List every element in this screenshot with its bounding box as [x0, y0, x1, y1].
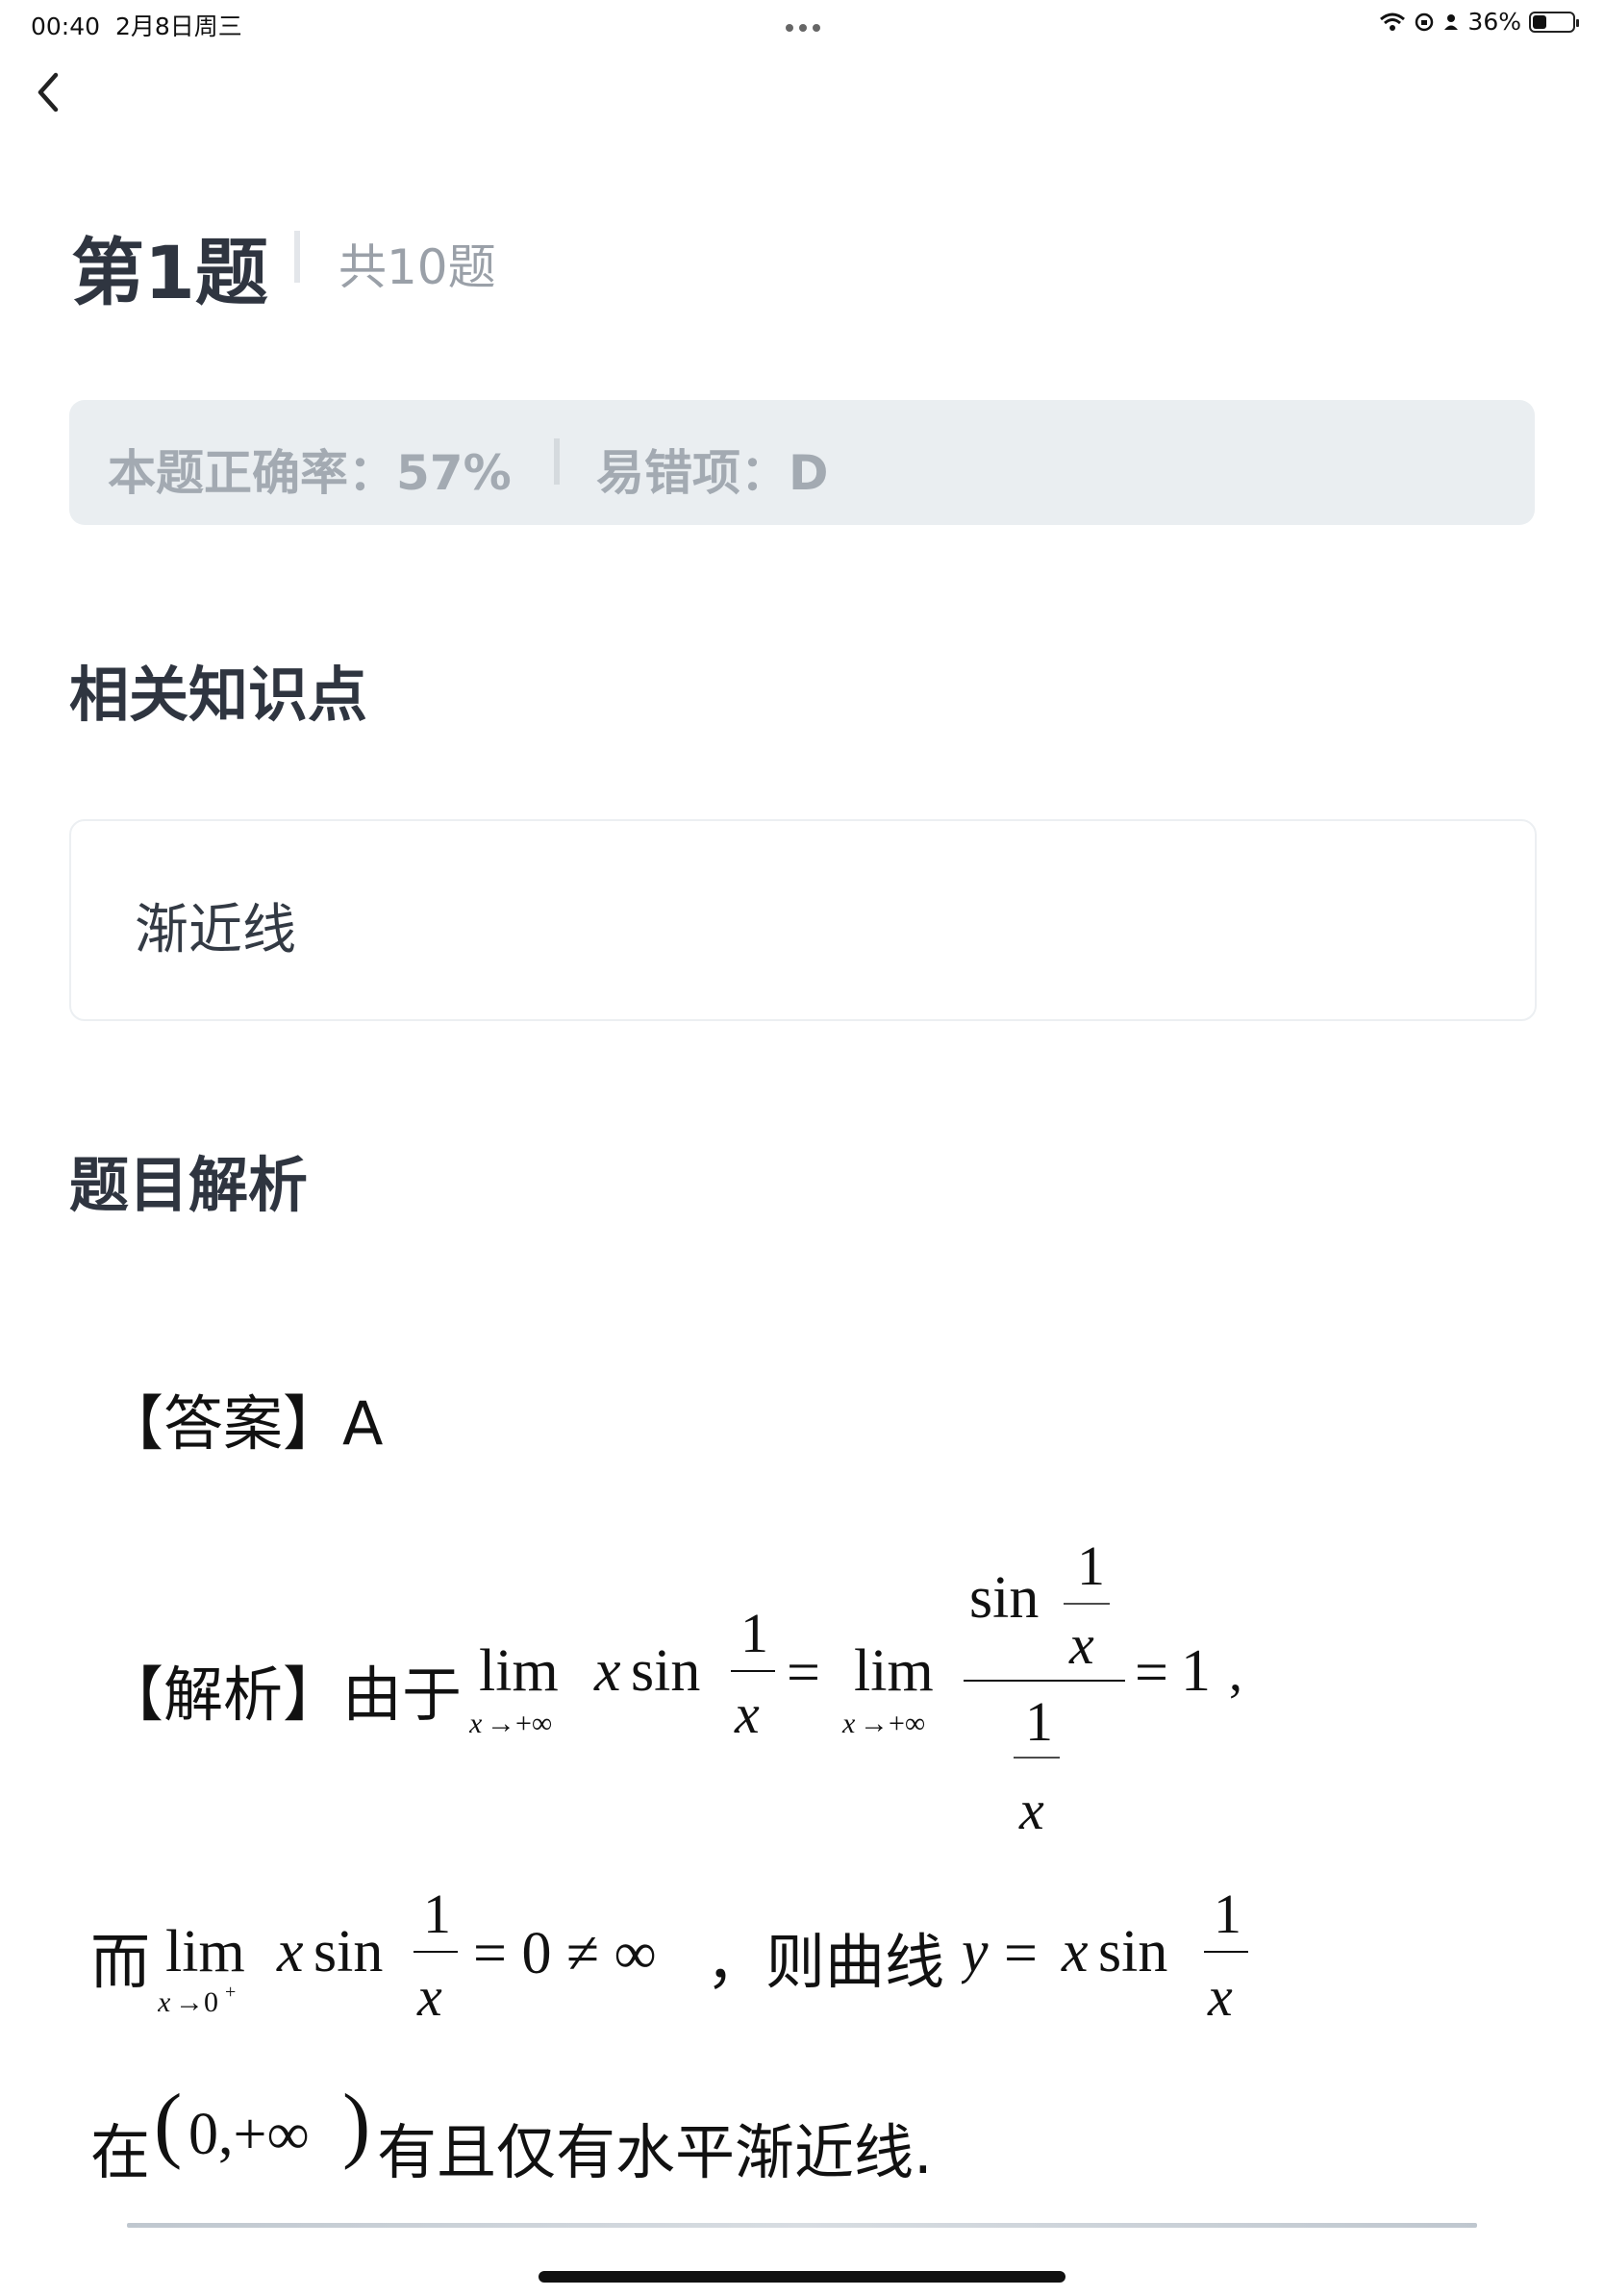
- svg-text:→+∞: →+∞: [860, 1708, 925, 1739]
- status-bar: 00:40 2月8日周三 36%: [0, 0, 1604, 46]
- svg-text:sin: sin: [631, 1638, 700, 1704]
- knowledge-item: 渐近线: [135, 899, 296, 961]
- svg-text:sin: sin: [1098, 1919, 1167, 1984]
- multitask-dots-icon[interactable]: [783, 10, 823, 37]
- formula-curve-equation: y = x sin 1 x: [962, 1883, 1248, 2028]
- svg-text:x: x: [1207, 1965, 1233, 2028]
- formula-interval: ( 0,+∞ ): [154, 2078, 370, 2171]
- svg-text:x: x: [1018, 1779, 1044, 1841]
- svg-text:x: x: [1068, 1613, 1094, 1676]
- battery-icon: [1529, 11, 1579, 33]
- svg-text:→+∞: →+∞: [487, 1708, 552, 1739]
- svg-text:x: x: [276, 1919, 304, 1984]
- knowledge-card[interactable]: 渐近线: [69, 819, 1537, 1021]
- orientation-lock-icon: [1416, 12, 1434, 31]
- svg-text:x: x: [841, 1708, 856, 1739]
- line3-suffix: 有且仅有水平渐近线.: [377, 2117, 933, 2187]
- svg-text:x: x: [1061, 1919, 1089, 1984]
- svg-text:x: x: [416, 1965, 442, 2028]
- line2-prefix: 而: [90, 1927, 151, 1997]
- svg-text:x: x: [158, 1986, 171, 2018]
- svg-text:0,+∞: 0,+∞: [188, 2102, 310, 2167]
- line3-prefix: 在: [90, 2117, 151, 2187]
- analysis-title: 题目解析: [69, 1150, 309, 1220]
- svg-text:lim: lim: [479, 1638, 559, 1704]
- accuracy-rate: 本题正确率：57%: [108, 445, 512, 501]
- svg-text:1: 1: [740, 1602, 768, 1664]
- wifi-icon: [1380, 12, 1406, 31]
- formula-limit-equation: lim x →+∞ x sin 1 x = lim x →+∞ sin 1 x …: [469, 1535, 1242, 1841]
- status-date: 2月8日周三: [114, 12, 242, 40]
- svg-text:x: x: [469, 1708, 483, 1739]
- svg-text:→0: →0: [175, 1986, 218, 2018]
- svg-text:= 0 ≠ ∞: = 0 ≠ ∞: [473, 1921, 657, 1986]
- knowledge-title: 相关知识点: [69, 660, 368, 730]
- status-indicators: 36%: [1379, 8, 1579, 36]
- svg-text:1: 1: [1025, 1690, 1053, 1753]
- home-indicator[interactable]: [539, 2271, 1065, 2283]
- answer-line: 【答案】A: [104, 1388, 384, 1459]
- svg-text:x: x: [734, 1683, 760, 1745]
- scroll-divider: [127, 2223, 1477, 2228]
- svg-text:=: =: [1135, 1640, 1168, 1706]
- status-time-date: 00:40 2月8日周三: [31, 8, 242, 42]
- person-icon: [1444, 13, 1459, 30]
- svg-text:1: 1: [1181, 1638, 1211, 1704]
- chevron-left-icon: [38, 72, 59, 112]
- common-wrong-option: 易错项：D: [596, 445, 829, 501]
- svg-text:y: y: [962, 1919, 989, 1984]
- svg-text:(: (: [154, 2078, 182, 2171]
- battery-percent: 36%: [1467, 8, 1521, 36]
- svg-text:1: 1: [1077, 1535, 1105, 1597]
- svg-text:sin: sin: [969, 1565, 1039, 1631]
- question-total: 共10题: [338, 239, 496, 295]
- svg-text:lim: lim: [854, 1638, 934, 1704]
- header-divider: [294, 231, 300, 283]
- svg-text:,: ,: [1229, 1643, 1242, 1703]
- line2-middle: ，则曲线: [706, 1927, 945, 1997]
- back-button[interactable]: [29, 65, 77, 123]
- svg-text:1: 1: [423, 1883, 451, 1945]
- svg-text:=: =: [787, 1640, 820, 1706]
- stats-divider: [554, 438, 560, 485]
- status-time: 00:40: [31, 12, 101, 40]
- svg-text:lim: lim: [165, 1919, 245, 1984]
- question-number: 第1题: [71, 230, 268, 315]
- svg-text:1: 1: [1214, 1883, 1241, 1945]
- svg-text:x: x: [593, 1638, 621, 1704]
- svg-text:sin: sin: [313, 1919, 383, 1984]
- stats-panel: 本题正确率：57% 易错项：D: [69, 400, 1535, 525]
- svg-text:+: +: [225, 1982, 236, 2003]
- formula-limit-zero: lim x →0 + x sin 1 x = 0 ≠ ∞: [158, 1883, 657, 2028]
- explanation-label: 【解析】由于: [104, 1660, 463, 1730]
- svg-text:=: =: [1004, 1921, 1038, 1986]
- svg-text:): ): [342, 2078, 370, 2171]
